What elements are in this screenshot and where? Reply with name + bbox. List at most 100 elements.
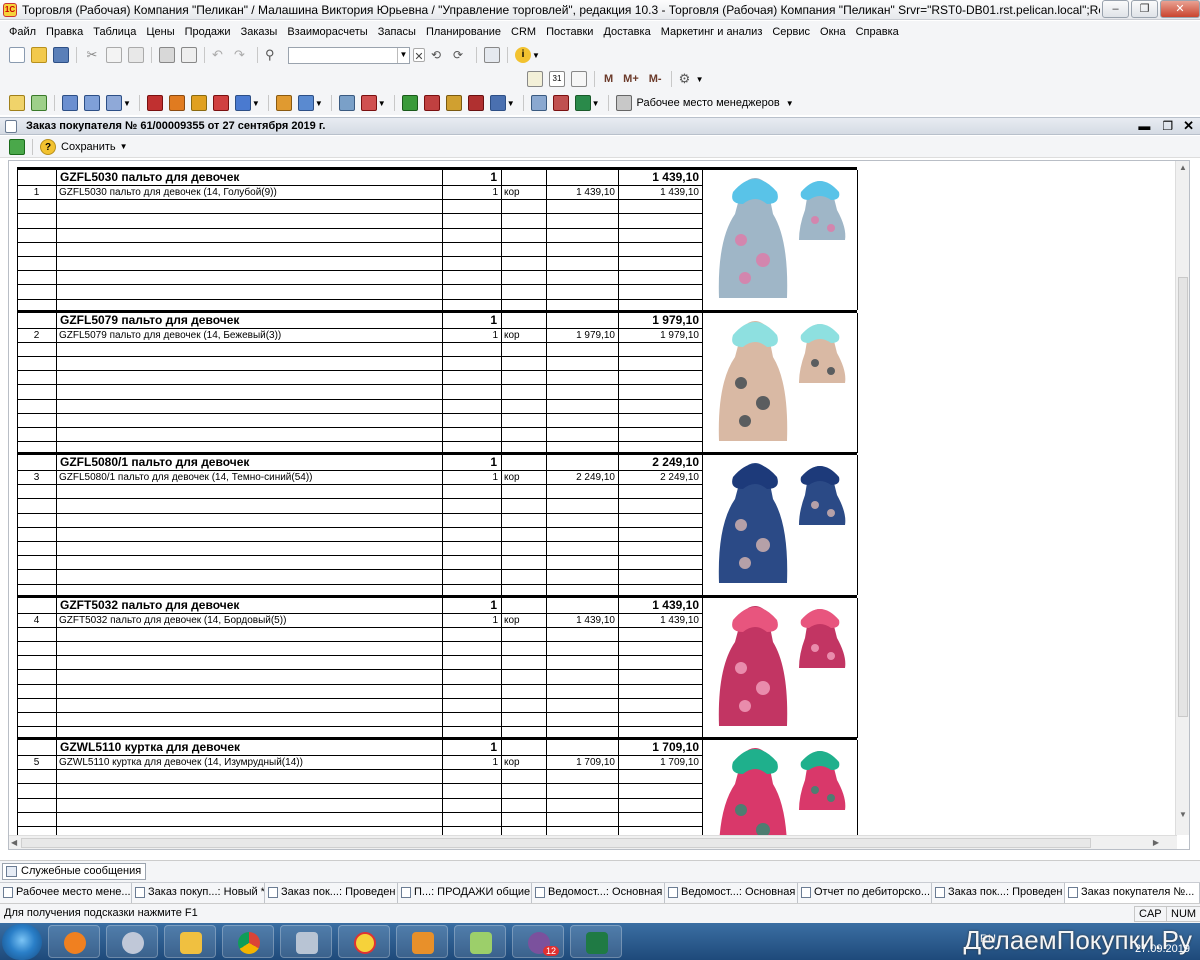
service-messages-button[interactable]: Служебные сообщения (2, 863, 147, 880)
notes-icon[interactable] (571, 71, 587, 87)
window-tab[interactable]: Ведомост...: Основная (665, 883, 798, 903)
scroll-left-icon[interactable]: ◀ (11, 838, 17, 847)
goods-icon[interactable] (190, 95, 207, 111)
chevron-down-icon[interactable]: ▼ (532, 51, 540, 60)
scroll-right-icon[interactable]: ▶ (1153, 838, 1159, 847)
chevron-down-icon[interactable]: ▼ (252, 99, 260, 108)
find-prev-icon[interactable]: ⟳ (453, 47, 469, 63)
chevron-down-icon[interactable]: ▼ (120, 142, 128, 151)
taskbar-1c[interactable] (338, 925, 390, 958)
sales-report-icon[interactable] (401, 95, 418, 111)
menu-marketing[interactable]: Маркетинг и анализ (656, 26, 768, 38)
menu-windows[interactable]: Окна (815, 26, 851, 38)
chevron-down-icon[interactable]: ▼ (696, 75, 704, 84)
open-folder-icon[interactable] (31, 47, 47, 63)
chevron-down-icon[interactable]: ▼ (786, 99, 794, 108)
menu-settlements[interactable]: Взаиморасчеты (282, 26, 372, 38)
doc-close-icon[interactable]: ✕ (1183, 118, 1194, 134)
taskbar-excel[interactable] (570, 925, 622, 958)
workplace-button[interactable]: Рабочее место менеджеров (637, 97, 780, 109)
menu-supplies[interactable]: Поставки (541, 26, 598, 38)
menu-file[interactable]: Файл (4, 26, 41, 38)
start-button[interactable] (2, 923, 42, 960)
clock-date[interactable]: 27.09.2019 (1135, 943, 1190, 955)
document-check-icon[interactable] (31, 95, 47, 111)
warehouse-icon[interactable] (212, 95, 229, 111)
window-tab[interactable]: Заказ покуп...: Новый * (132, 883, 265, 903)
horizontal-scrollbar[interactable]: ◀ ▶ (9, 835, 1177, 849)
horizontal-scroll-thumb[interactable] (21, 838, 1091, 848)
users-icon[interactable] (146, 95, 163, 111)
memory-m-button[interactable]: M (604, 73, 613, 85)
memory-minus-button[interactable]: M- (649, 73, 662, 85)
print-list-icon[interactable] (62, 95, 78, 111)
clear-search-icon[interactable]: ✕ (413, 48, 425, 63)
document-journal-icon[interactable] (9, 95, 25, 111)
menu-stocks[interactable]: Запасы (373, 26, 421, 38)
menu-planning[interactable]: Планирование (421, 26, 506, 38)
close-button[interactable]: ✕ (1160, 0, 1200, 18)
search-dropdown-icon[interactable]: ▼ (397, 47, 409, 63)
chevron-down-icon[interactable]: ▼ (592, 99, 600, 108)
analysis-icon[interactable] (360, 95, 377, 111)
print-preview-icon[interactable] (181, 47, 197, 63)
books-icon[interactable] (168, 95, 185, 111)
camera-icon[interactable] (9, 138, 25, 155)
undo-icon[interactable]: ↶ (212, 47, 228, 63)
tools-icon[interactable]: ⚙ (679, 71, 695, 87)
window-tab[interactable]: Отчет по дебиторско... (798, 883, 932, 903)
menu-prices[interactable]: Цены (141, 26, 179, 38)
window-tab[interactable]: Заказ пок...: Проведен (265, 883, 398, 903)
search-input[interactable]: ▼ (288, 46, 410, 64)
taskbar-folder-green[interactable] (454, 925, 506, 958)
report-icon[interactable] (338, 95, 355, 111)
excel-icon[interactable] (574, 95, 591, 111)
sum-report-icon[interactable] (445, 95, 462, 111)
stock-report-icon[interactable] (489, 95, 506, 111)
print-menu-icon[interactable] (106, 95, 122, 111)
doc-minimize-icon[interactable]: ▬ (1138, 119, 1150, 133)
workplace-icon[interactable] (615, 95, 632, 111)
taskbar-outlook[interactable] (396, 925, 448, 958)
price-icon[interactable] (234, 95, 251, 111)
search-icon[interactable]: ⚲ (265, 47, 281, 63)
print-icon[interactable] (159, 47, 175, 63)
redo-icon[interactable]: ↷ (234, 47, 250, 63)
minimize-button[interactable]: – (1102, 0, 1129, 18)
menu-edit[interactable]: Правка (41, 26, 88, 38)
contractors-icon[interactable] (275, 95, 292, 111)
vertical-scroll-thumb[interactable] (1178, 277, 1188, 717)
paste-icon[interactable] (128, 47, 144, 63)
new-document-icon[interactable] (9, 47, 25, 63)
chevron-down-icon[interactable]: ▼ (507, 99, 515, 108)
taskbar-chrome[interactable] (222, 925, 274, 958)
chart-icon[interactable] (552, 95, 569, 111)
scroll-down-icon[interactable]: ▼ (1179, 810, 1187, 819)
menu-orders[interactable]: Заказы (236, 26, 283, 38)
window-tab[interactable]: Заказ пок...: Проведен (932, 883, 1065, 903)
table-icon[interactable] (530, 95, 547, 111)
save-button[interactable]: Сохранить (61, 141, 116, 153)
taskbar-calculator[interactable] (280, 925, 332, 958)
cut-icon[interactable]: ✂ (84, 47, 100, 63)
window-tab[interactable]: Ведомост...: Основная (532, 883, 665, 903)
calculator-icon[interactable] (527, 71, 543, 87)
chevron-down-icon[interactable]: ▼ (123, 99, 131, 108)
menu-table[interactable]: Таблица (88, 26, 141, 38)
question-icon[interactable]: ? (40, 138, 56, 155)
taskbar-media-player[interactable] (48, 925, 100, 958)
taskbar-explorer[interactable] (164, 925, 216, 958)
menu-help[interactable]: Справка (851, 26, 904, 38)
chevron-down-icon[interactable]: ▼ (378, 99, 386, 108)
menu-crm[interactable]: CRM (506, 26, 541, 38)
chevron-down-icon[interactable]: ▼ (315, 99, 323, 108)
vertical-scrollbar[interactable]: ▲ ▼ (1175, 161, 1189, 835)
window-tab[interactable]: П...: ПРОДАЖИ общие (398, 883, 532, 903)
calendar-icon[interactable]: 31 (549, 71, 565, 87)
menu-delivery[interactable]: Доставка (598, 26, 655, 38)
memory-plus-button[interactable]: M+ (623, 73, 639, 85)
scroll-up-icon[interactable]: ▲ (1179, 163, 1187, 172)
window-icon[interactable] (484, 47, 500, 63)
doc-restore-icon[interactable]: ❐ (1162, 119, 1173, 133)
debt-report-icon[interactable] (467, 95, 484, 111)
